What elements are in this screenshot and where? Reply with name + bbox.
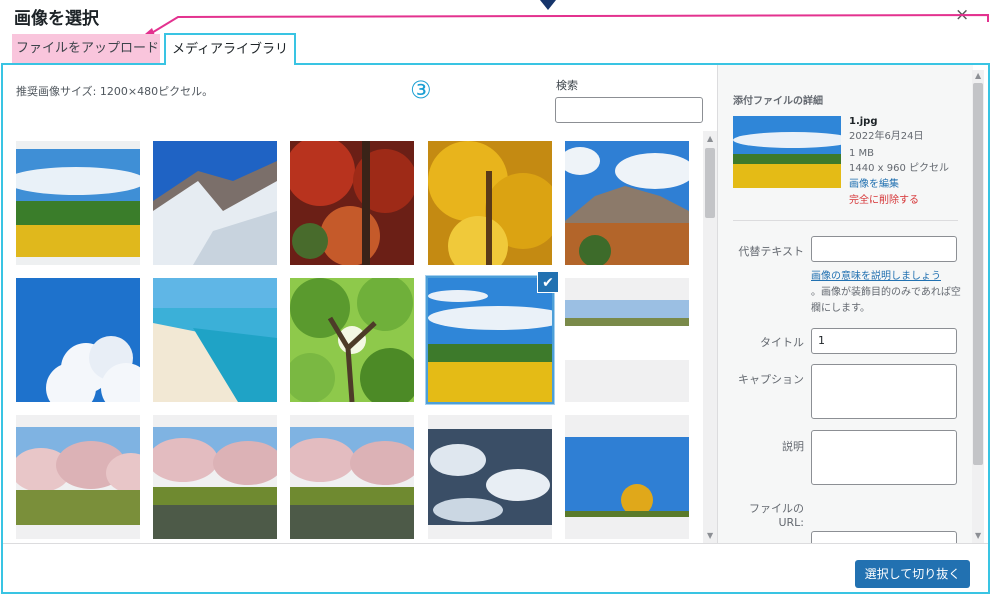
- media-item[interactable]: [153, 141, 277, 265]
- details-divider: [733, 220, 958, 221]
- alt-text-help-link[interactable]: 画像の意味を説明しましょう: [811, 271, 941, 282]
- annotation-arrow-line: [149, 13, 989, 35]
- media-item[interactable]: [290, 141, 414, 265]
- sunflower-field-image: [16, 141, 140, 265]
- title-label: タイトル: [760, 336, 804, 349]
- attachment-size: 1 MB: [849, 148, 875, 159]
- sunflower-field-image: [733, 116, 841, 188]
- alt-text-help: 画像の意味を説明しましょう 。画像が装飾目的のみであれば空欄にします。: [811, 269, 961, 317]
- attachment-date: 2022年6月24日: [849, 131, 924, 142]
- media-item[interactable]: [153, 278, 277, 402]
- media-item[interactable]: [565, 141, 689, 265]
- details-scrollbar-thumb[interactable]: [973, 83, 983, 465]
- media-item[interactable]: [290, 278, 414, 402]
- select-and-crop-button[interactable]: 選択して切り抜く: [855, 560, 970, 588]
- media-item[interactable]: [428, 141, 552, 265]
- media-item[interactable]: [290, 415, 414, 539]
- ginkgo-tree-sky-image: [565, 415, 689, 539]
- search-input[interactable]: [555, 97, 703, 123]
- title-input[interactable]: 1: [811, 328, 957, 354]
- yellow-ginkgo-image: [428, 141, 552, 265]
- scroll-down-arrow-icon[interactable]: ▼: [707, 531, 713, 540]
- caption-textarea[interactable]: [811, 364, 957, 419]
- cumulus-cloud-image: [16, 278, 140, 402]
- details-scroll-up-icon[interactable]: ▲: [975, 71, 981, 80]
- description-textarea[interactable]: [811, 430, 957, 485]
- grid-scrollbar-thumb[interactable]: [705, 148, 715, 218]
- modal-footer: [3, 543, 988, 592]
- volcano-autumn-image: [565, 141, 689, 265]
- attachment-dimensions: 1440 x 960 ピクセル: [849, 163, 949, 174]
- alt-text-input[interactable]: [811, 236, 957, 262]
- cherry-blossom-river-image: [290, 415, 414, 539]
- tropical-beach-image: [153, 278, 277, 402]
- snowy-mountain-image: [153, 141, 277, 265]
- attachment-thumbnail: [733, 116, 841, 188]
- frame-gap: [166, 63, 294, 65]
- selected-check-icon[interactable]: ✔: [537, 271, 559, 293]
- sunflower-field-image: [428, 278, 552, 402]
- tab-media-library[interactable]: メディアライブラリ: [164, 33, 296, 65]
- media-item[interactable]: [565, 415, 689, 539]
- media-item[interactable]: [428, 415, 552, 539]
- cherry-blossom-river-image: [153, 415, 277, 539]
- green-tree-canopy-image: [290, 278, 414, 402]
- media-item[interactable]: [16, 141, 140, 265]
- recommended-size-note: 推奨画像サイズ: 1200×480ピクセル。: [16, 85, 214, 98]
- cherry-blossom-row-image: [16, 415, 140, 539]
- wide-landscape-strip-image: [565, 278, 689, 402]
- attachment-filename: 1.jpg: [849, 116, 878, 127]
- scroll-up-arrow-icon[interactable]: ▲: [707, 134, 713, 143]
- search-label: 検索: [556, 79, 578, 92]
- snowy-stream-image: [428, 415, 552, 539]
- media-item[interactable]: [16, 278, 140, 402]
- step-number: ③: [410, 76, 432, 104]
- media-item[interactable]: [565, 278, 689, 402]
- attachment-details-panel: 添付ファイルの詳細 1.jpg 2022年6月24日 1 MB 1440 x 9…: [717, 65, 973, 543]
- caption-label: キャプション: [738, 373, 804, 386]
- details-scroll-down-icon[interactable]: ▼: [975, 531, 981, 540]
- red-autumn-forest-image: [290, 141, 414, 265]
- tab-upload-files[interactable]: ファイルをアップロード: [12, 34, 160, 64]
- media-item[interactable]: [16, 415, 140, 539]
- description-label: 説明: [782, 440, 804, 453]
- attachment-details-heading: 添付ファイルの詳細: [733, 96, 823, 107]
- media-item[interactable]: [153, 415, 277, 539]
- delete-permanently-link[interactable]: 完全に削除する: [849, 194, 919, 208]
- alt-text-help-text: 。画像が装飾目的のみであれば空欄にします。: [811, 287, 961, 314]
- file-url-input[interactable]: [811, 531, 957, 543]
- file-url-label: ファイルの URL:: [749, 502, 804, 529]
- alt-text-label: 代替テキスト: [738, 245, 804, 258]
- media-item-selected[interactable]: [426, 276, 554, 404]
- edit-image-link[interactable]: 画像を編集: [849, 178, 899, 192]
